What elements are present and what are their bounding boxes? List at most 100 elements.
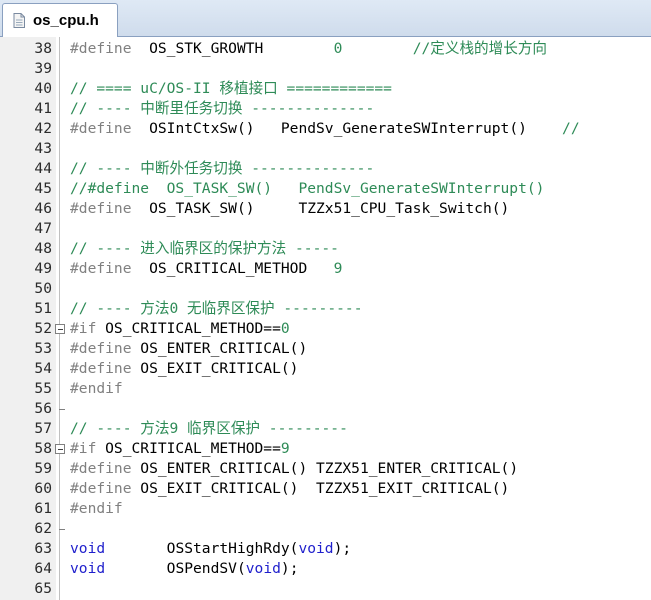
line-number: 65 bbox=[34, 580, 52, 597]
tab-os-cpu-h[interactable]: os_cpu.h bbox=[2, 3, 118, 37]
code-text: #define OSIntCtxSw() PendSv_GenerateSWIn… bbox=[70, 119, 580, 139]
line-number: 44 bbox=[34, 160, 52, 177]
code-line[interactable]: 48 // ---- 进入临界区的保护方法 ----- bbox=[0, 239, 651, 259]
line-number: 58 bbox=[34, 440, 52, 457]
code-line[interactable]: 63 void OSStartHighRdy(void); bbox=[0, 539, 651, 559]
code-line[interactable]: 56 bbox=[0, 399, 651, 419]
line-number: 45 bbox=[34, 180, 52, 197]
code-token: OS_ENTER_CRITICAL() TZZX51_ENTER_CRITICA… bbox=[131, 460, 519, 477]
preprocessor-token: #define bbox=[70, 340, 132, 357]
fold-collapse-icon[interactable] bbox=[55, 444, 65, 454]
code-text: #if OS_CRITICAL_METHOD==9 bbox=[70, 439, 290, 459]
code-line[interactable]: 51 // ---- 方法0 无临界区保护 --------- bbox=[0, 299, 651, 319]
code-line[interactable]: 41 // ---- 中断里任务切换 -------------- bbox=[0, 99, 651, 119]
line-number: 52 bbox=[34, 320, 52, 337]
line-number: 42 bbox=[34, 120, 52, 137]
code-line[interactable]: 47 bbox=[0, 219, 651, 239]
line-number: 43 bbox=[34, 140, 52, 157]
comment-token: // ---- 中断外任务切换 -------------- bbox=[70, 160, 375, 177]
code-line[interactable]: 38 #define OS_STK_GROWTH 0 //定义栈的增长方向 bbox=[0, 39, 651, 59]
code-editor[interactable]: 38 #define OS_STK_GROWTH 0 //定义栈的增长方向 39 40… bbox=[0, 37, 651, 600]
code-line[interactable]: 45 //#define OS_TASK_SW() PendSv_Generate… bbox=[0, 179, 651, 199]
preprocessor-token: #endif bbox=[70, 380, 123, 397]
preprocessor-token: #define bbox=[70, 460, 132, 477]
file-icon bbox=[13, 13, 25, 28]
line-number: 49 bbox=[34, 260, 52, 277]
line-number: 57 bbox=[34, 420, 52, 437]
preprocessor-token: #define bbox=[70, 200, 132, 217]
line-number: 46 bbox=[34, 200, 52, 217]
code-line[interactable]: 59 #define OS_ENTER_CRITICAL() TZZX51_ENT… bbox=[0, 459, 651, 479]
code-line[interactable]: 44 // ---- 中断外任务切换 -------------- bbox=[0, 159, 651, 179]
preprocessor-token: #endif bbox=[70, 500, 123, 517]
code-text: //#define OS_TASK_SW() PendSv_GenerateSW… bbox=[70, 179, 580, 199]
preprocessor-token: #define bbox=[70, 260, 132, 277]
comment-token: // ---- 中断里任务切换 -------------- bbox=[70, 100, 375, 117]
code-text: #define OS_CRITICAL_METHOD 9 bbox=[70, 259, 342, 279]
code-line[interactable]: 53 #define OS_ENTER_CRITICAL() bbox=[0, 339, 651, 359]
code-text: void OSStartHighRdy(void); bbox=[70, 539, 351, 559]
code-token: OS_CRITICAL_METHOD== bbox=[96, 320, 281, 337]
preprocessor-token: #if bbox=[70, 320, 97, 337]
code-line[interactable]: 54 #define OS_EXIT_CRITICAL() bbox=[0, 359, 651, 379]
code-line[interactable]: 55 #endif bbox=[0, 379, 651, 399]
code-line[interactable]: 58 #if OS_CRITICAL_METHOD==9 bbox=[0, 439, 651, 459]
fold-end-marker bbox=[59, 409, 65, 410]
code-line[interactable]: 57 // ---- 方法9 临界区保护 --------- bbox=[0, 419, 651, 439]
preprocessor-token: #define bbox=[70, 480, 132, 497]
code-text: // ---- 进入临界区的保护方法 ----- bbox=[70, 239, 339, 259]
line-number: 55 bbox=[34, 380, 52, 397]
code-line[interactable]: 52 #if OS_CRITICAL_METHOD==0 bbox=[0, 319, 651, 339]
line-number: 60 bbox=[34, 480, 52, 497]
code-text: #define OS_STK_GROWTH 0 //定义栈的增长方向 bbox=[70, 39, 547, 59]
code-line[interactable]: 49 #define OS_CRITICAL_METHOD 9 bbox=[0, 259, 651, 279]
line-number: 59 bbox=[34, 460, 52, 477]
line-number: 56 bbox=[34, 400, 52, 417]
preprocessor-token: #define bbox=[70, 40, 132, 57]
preprocessor-token: #define bbox=[70, 360, 132, 377]
line-number: 51 bbox=[34, 300, 52, 317]
line-number: 50 bbox=[34, 280, 52, 297]
code-token: ); bbox=[333, 540, 352, 557]
code-line[interactable]: 39 bbox=[0, 59, 651, 79]
code-text: #endif bbox=[70, 379, 123, 399]
tab-label: os_cpu.h bbox=[33, 12, 99, 29]
tab-bar: os_cpu.h bbox=[0, 0, 651, 37]
code-token: OSPendSV( bbox=[105, 560, 246, 577]
comment-token: // ---- 方法0 无临界区保护 --------- bbox=[70, 300, 363, 317]
fold-collapse-icon[interactable] bbox=[55, 324, 65, 334]
line-number: 62 bbox=[34, 520, 52, 537]
line-number: 41 bbox=[34, 100, 52, 117]
code-token: OS_CRITICAL_METHOD== bbox=[96, 440, 281, 457]
code-text: // ---- 中断里任务切换 -------------- bbox=[70, 99, 374, 119]
code-token: OS_CRITICAL_METHOD bbox=[131, 260, 334, 277]
code-text: #define OS_TASK_SW() TZZx51_CPU_Task_Swi… bbox=[70, 199, 509, 219]
comment-token: //#define OS_TASK_SW() PendSv_GenerateSW… bbox=[70, 180, 580, 197]
keyword-token: void bbox=[70, 540, 106, 557]
code-line[interactable]: 50 bbox=[0, 279, 651, 299]
code-line[interactable]: 40 // ==== uC/OS-II 移植接口 ============ bbox=[0, 79, 651, 99]
line-number: 54 bbox=[34, 360, 52, 377]
line-number: 63 bbox=[34, 540, 52, 557]
line-number: 40 bbox=[34, 80, 52, 97]
code-line[interactable]: 46 #define OS_TASK_SW() TZZx51_CPU_Task_S… bbox=[0, 199, 651, 219]
line-number: 47 bbox=[34, 220, 52, 237]
code-line[interactable]: 62 bbox=[0, 519, 651, 539]
comment-token: //定义栈的增长方向 bbox=[412, 40, 548, 57]
number-token: 0 bbox=[280, 320, 290, 337]
comment-token: // ---- 方法9 临界区保护 --------- bbox=[70, 420, 348, 437]
keyword-token: void bbox=[245, 560, 281, 577]
line-number: 61 bbox=[34, 500, 52, 517]
code-line[interactable]: 64 void OSPendSV(void); bbox=[0, 559, 651, 579]
keyword-token: void bbox=[298, 540, 334, 557]
code-line[interactable]: 43 bbox=[0, 139, 651, 159]
code-token: OS_EXIT_CRITICAL() bbox=[131, 360, 299, 377]
code-line[interactable]: 60 #define OS_EXIT_CRITICAL() TZZX51_EXIT… bbox=[0, 479, 651, 499]
code-line[interactable]: 61 #endif bbox=[0, 499, 651, 519]
code-token: OS_TASK_SW() TZZx51_CPU_Task_Switch() bbox=[131, 200, 510, 217]
code-line[interactable]: 42 #define OSIntCtxSw() PendSv_GenerateSW… bbox=[0, 119, 651, 139]
code-token: OS_STK_GROWTH bbox=[131, 40, 334, 57]
code-text: #define OS_ENTER_CRITICAL() TZZX51_ENTER… bbox=[70, 459, 518, 479]
line-number: 38 bbox=[34, 40, 52, 57]
code-line[interactable]: 65 bbox=[0, 579, 651, 599]
